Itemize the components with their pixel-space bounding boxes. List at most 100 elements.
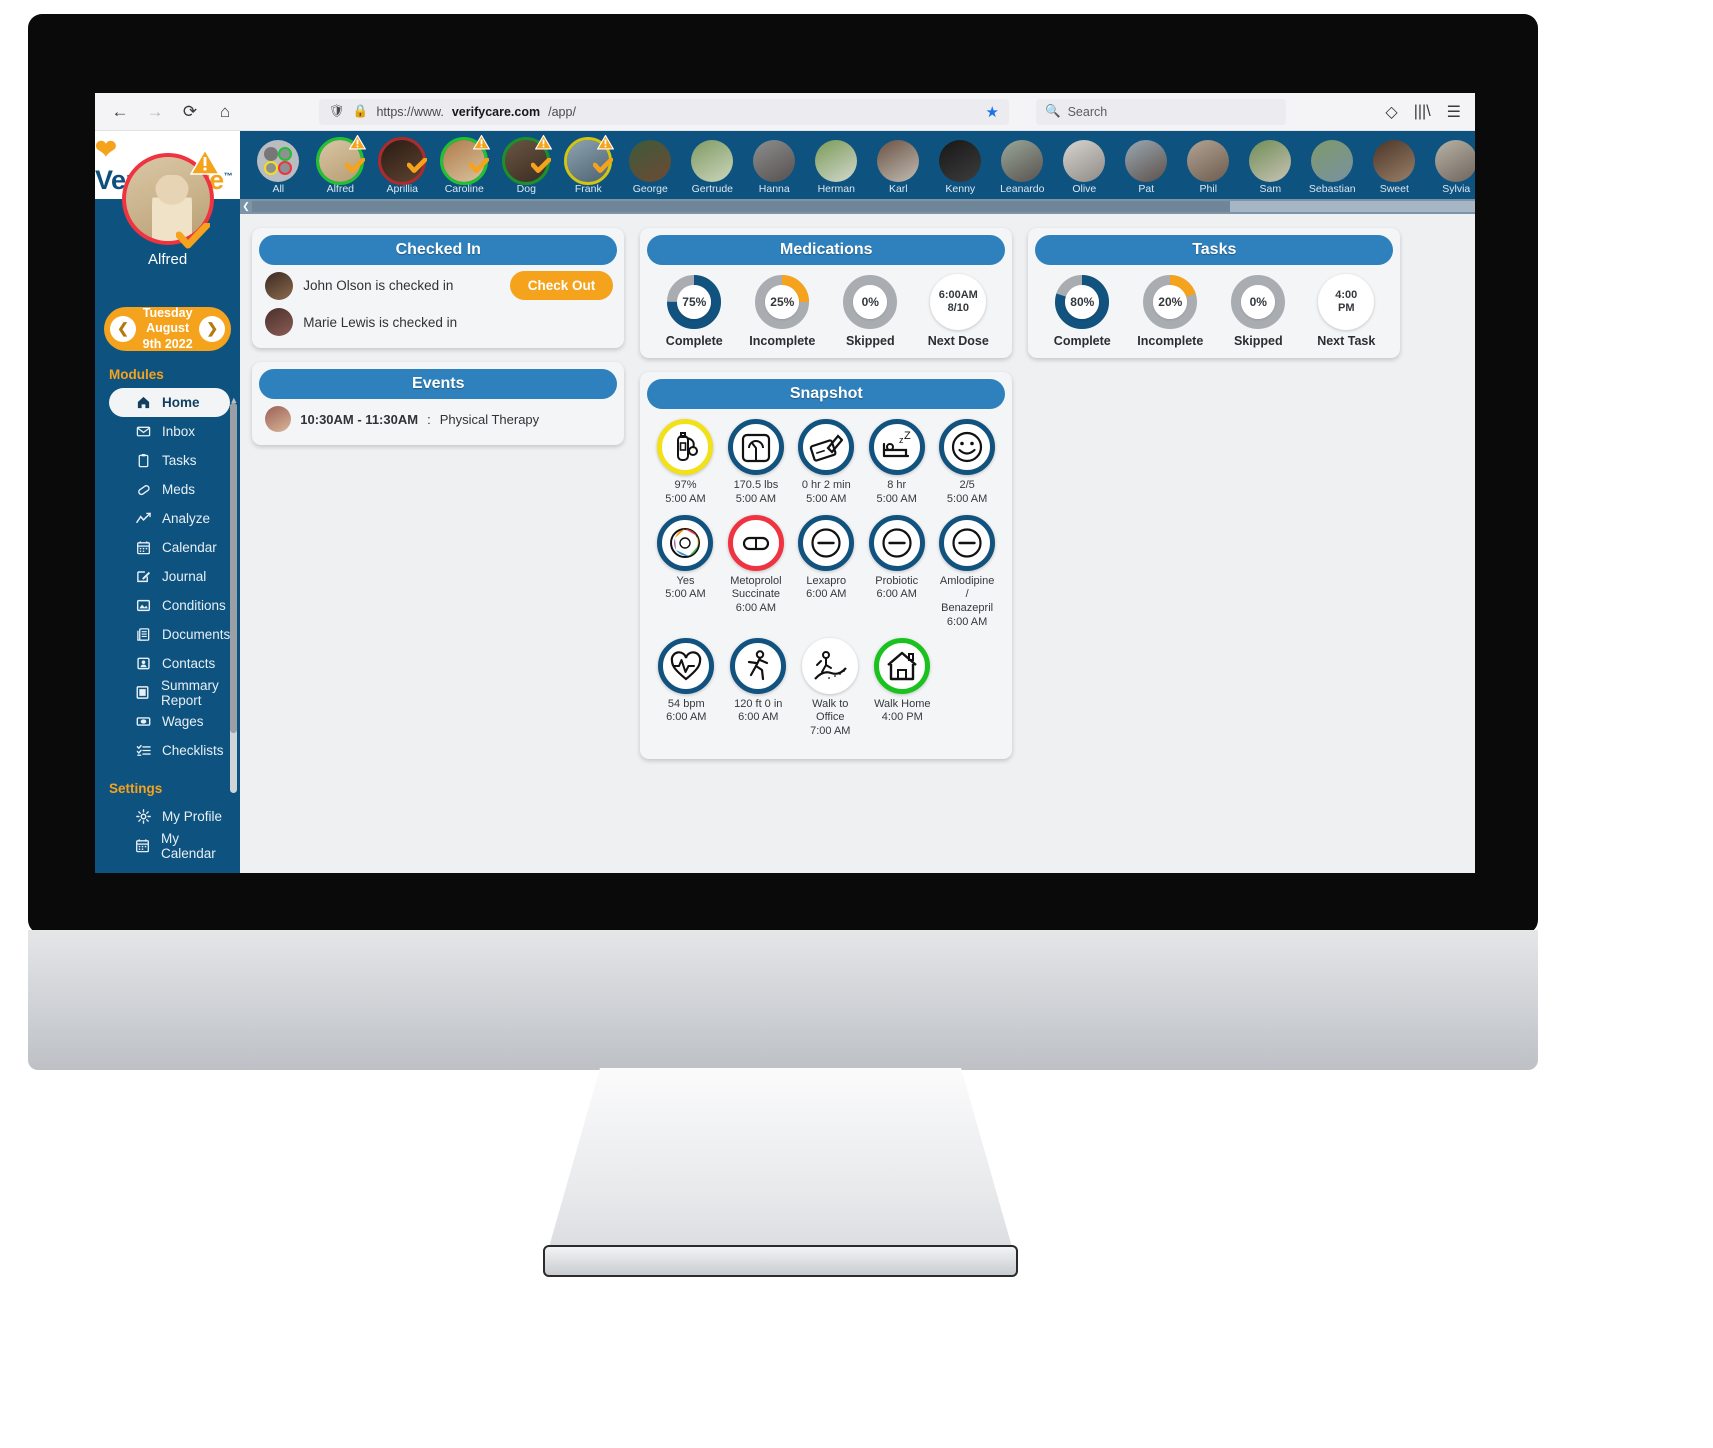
snapshot-item[interactable]: 0 hr 2 min 5:00 AM xyxy=(796,419,856,507)
checked-in-text: Marie Lewis is checked in xyxy=(303,314,458,330)
tasks-metric[interactable]: 20% Incomplete xyxy=(1129,274,1211,348)
patient-chip-phil[interactable]: Phil xyxy=(1184,139,1232,195)
current-patient-profile[interactable]: Alfred xyxy=(95,149,240,299)
patient-chip-george[interactable]: George xyxy=(626,139,674,195)
snapshot-title: Snapshot xyxy=(647,379,1006,409)
medications-metric-label: Incomplete xyxy=(749,334,816,348)
snapshot-item[interactable]: Walk to Office 7:00 AM xyxy=(799,637,861,739)
snapshot-item[interactable]: 2/5 5:00 AM xyxy=(937,419,997,507)
patient-strip-scrollbar[interactable]: ❮ ❯ xyxy=(240,199,1475,214)
patient-chip-caroline[interactable]: Caroline xyxy=(440,134,491,195)
sidebar-item-analyze[interactable]: Analyze xyxy=(109,504,230,533)
patient-selector-strip[interactable]: All Alfred Aprillia Caroline Dog Frank G… xyxy=(240,131,1475,199)
check-mark-icon xyxy=(593,157,614,173)
sidebar-item-inbox[interactable]: Inbox xyxy=(109,417,230,446)
sidebar-item-home[interactable]: Home xyxy=(109,388,231,417)
tasks-next-line2: PM xyxy=(1338,302,1355,314)
sidebar-item-meds[interactable]: Meds xyxy=(109,475,230,504)
library-icon[interactable]: |||\ xyxy=(1414,103,1431,121)
pocket-icon[interactable]: ◇ xyxy=(1385,102,1397,122)
patient-chip-dog[interactable]: Dog xyxy=(502,134,553,195)
snapshot-item[interactable]: zZ 8 hr 5:00 AM xyxy=(867,419,927,507)
sidebar-item-label: Conditions xyxy=(162,598,226,613)
patient-chip-label: Sweet xyxy=(1379,182,1409,195)
medications-metric[interactable]: 6:00AM 8/10 Next Dose xyxy=(917,274,999,348)
sidebar-scrollbar[interactable] xyxy=(230,403,238,793)
address-bar[interactable]: 🛡 🔒 https://www. verifycare.com/app/ ★ xyxy=(319,98,1009,125)
chevron-left-icon[interactable]: ❮ xyxy=(110,316,136,342)
search-input[interactable]: 🔍 Search xyxy=(1036,98,1286,125)
sidebar-item-documents[interactable]: Documents xyxy=(109,620,230,649)
check-out-button[interactable]: Check Out xyxy=(509,271,614,300)
patient-chip-alfred[interactable]: Alfred xyxy=(316,134,367,195)
sidebar-item-label: Home xyxy=(162,395,200,410)
medications-metric[interactable]: 75% Complete xyxy=(653,274,735,348)
sidebar-item-wages[interactable]: Wages xyxy=(109,707,230,736)
hamburger-menu-icon[interactable]: ☰ xyxy=(1447,102,1461,122)
patient-chip-label: Leanardo xyxy=(1000,182,1045,195)
sidebar-item-contacts[interactable]: Contacts xyxy=(109,649,230,678)
snapshot-item[interactable]: Probiotic 6:00 AM xyxy=(867,514,927,630)
patient-chip-sebastian[interactable]: Sebastian xyxy=(1308,139,1356,195)
tasks-metric[interactable]: 80% Complete xyxy=(1041,274,1123,348)
tasks-metric[interactable]: 0% Skipped xyxy=(1217,274,1299,348)
patient-chip-aprillia[interactable]: Aprillia xyxy=(378,136,428,195)
chevron-right-icon[interactable]: ❯ xyxy=(199,316,226,342)
snapshot-item-label: 170.5 lbs 5:00 AM xyxy=(734,479,779,507)
back-arrow-icon[interactable]: ← xyxy=(109,101,131,123)
snapshot-item-line: 2/5 xyxy=(959,479,975,491)
pill-capsule-icon xyxy=(727,514,784,571)
patient-chip-leanardo[interactable]: Leanardo xyxy=(998,139,1046,195)
medications-metric[interactable]: 0% Skipped xyxy=(829,274,911,348)
reload-icon[interactable]: ⟳ xyxy=(179,101,201,123)
sidebar-item-my-profile[interactable]: My Profile xyxy=(109,802,230,831)
patient-chip-karl[interactable]: Karl xyxy=(874,139,922,195)
house-icon xyxy=(874,637,931,694)
patient-chip-sam[interactable]: Sam xyxy=(1246,139,1294,195)
snapshot-item[interactable]: Lexapro 6:00 AM xyxy=(796,514,856,630)
sidebar-item-tasks[interactable]: Tasks xyxy=(109,446,230,475)
sidebar-item-journal[interactable]: Journal xyxy=(109,562,230,591)
snapshot-item[interactable]: Metoprolol Succinate 6:00 AM xyxy=(726,514,786,630)
snapshot-item-label: Metoprolol Succinate 6:00 AM xyxy=(730,575,781,616)
snapshot-item[interactable]: Amlodipine / Benazepril 6:00 AM xyxy=(937,514,997,630)
smiley-face-icon xyxy=(939,419,996,475)
star-icon[interactable]: ★ xyxy=(986,103,999,121)
snapshot-item[interactable]: 170.5 lbs 5:00 AM xyxy=(726,419,786,507)
medications-metric[interactable]: 25% Incomplete xyxy=(741,274,823,348)
snapshot-item[interactable]: 120 ft 0 in 6:00 AM xyxy=(727,637,789,739)
event-row[interactable]: 10:30AM - 11:30AM: Physical Therapy xyxy=(259,399,617,435)
sidebar-item-checklists[interactable]: Checklists xyxy=(109,736,230,765)
patient-chip-pat[interactable]: Pat xyxy=(1122,139,1170,195)
forward-arrow-icon[interactable]: → xyxy=(144,101,166,123)
sidebar-item-label: Analyze xyxy=(162,511,211,526)
scroll-left-icon[interactable]: ❮ xyxy=(242,201,250,212)
patient-chip-frank[interactable]: Frank xyxy=(564,134,615,195)
content-area: All Alfred Aprillia Caroline Dog Frank G… xyxy=(240,131,1475,873)
snapshot-item[interactable]: Walk Home 4:00 PM xyxy=(871,637,933,739)
patient-chip-all[interactable]: All xyxy=(254,139,302,195)
patient-chip-olive[interactable]: Olive xyxy=(1060,139,1108,195)
date-selector[interactable]: ❮ Tuesday August 9th 2022 ❯ xyxy=(104,305,232,351)
snapshot-item[interactable]: 54 bpm 6:00 AM xyxy=(655,637,717,739)
patient-chip-gertrude[interactable]: Gertrude xyxy=(688,139,736,195)
patient-chip-hanna[interactable]: Hanna xyxy=(750,139,798,195)
sidebar-item-summary-report[interactable]: Summary Report xyxy=(109,678,230,708)
logo-v: V xyxy=(95,165,112,195)
patient-chip-sweet[interactable]: Sweet xyxy=(1370,139,1418,195)
sidebar-item-my-calendar[interactable]: My Calendar xyxy=(109,831,230,861)
lock-icon: 🔒 xyxy=(352,104,369,118)
tasks-next-circle: 4:00 PM xyxy=(1318,274,1375,330)
snapshot-item-line: Metoprolol xyxy=(730,574,782,587)
snapshot-item-label: 2/5 5:00 AM xyxy=(947,479,987,507)
snapshot-item[interactable]: 97% 5:00 AM xyxy=(655,419,715,507)
patient-chip-kenny[interactable]: Kenny xyxy=(936,139,984,195)
patient-chip-herman[interactable]: Herman xyxy=(812,139,860,195)
sidebar-item-conditions[interactable]: Conditions xyxy=(109,591,230,620)
home-icon[interactable]: ⌂ xyxy=(214,101,236,123)
date-day: Tuesday xyxy=(142,305,193,320)
sidebar-item-calendar[interactable]: Calendar xyxy=(109,533,230,562)
tasks-metric[interactable]: 4:00 PM Next Task xyxy=(1305,274,1387,348)
snapshot-item[interactable]: Yes 5:00 AM xyxy=(655,514,715,630)
patient-chip-sylvia[interactable]: Sylvia xyxy=(1432,139,1475,195)
